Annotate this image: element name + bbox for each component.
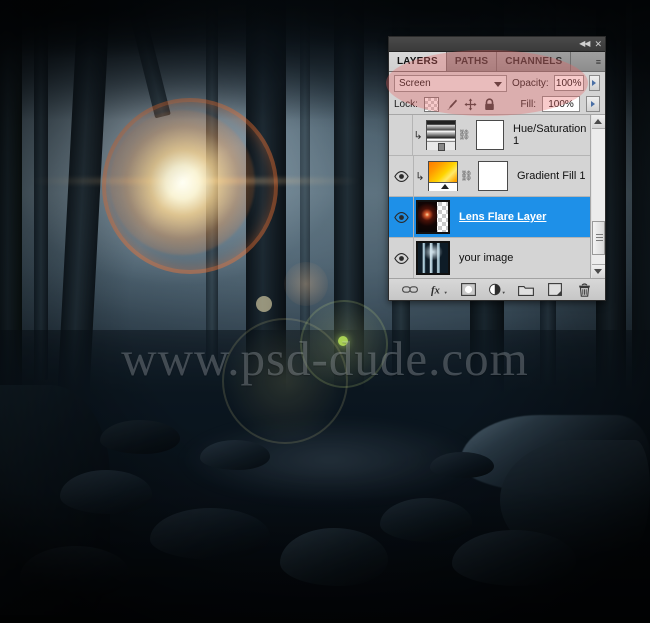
- layer-row-lens-flare[interactable]: Lens Flare Layer: [389, 197, 591, 238]
- scroll-up-arrow-icon[interactable]: [591, 115, 605, 129]
- lock-label: Lock:: [394, 98, 418, 110]
- panel-tab-bar: LAYERS PATHS CHANNELS ≡: [389, 52, 605, 72]
- layer-visibility-toggle[interactable]: [389, 115, 413, 155]
- fill-label: Fill:: [520, 98, 536, 110]
- layer-thumbnail-gradient-fill[interactable]: [428, 161, 458, 191]
- watermark-text: www.psd-dude.com: [121, 331, 529, 386]
- opacity-label: Opacity:: [512, 77, 549, 89]
- layers-panel: ◀◀ ✕ LAYERS PATHS CHANNELS ≡ Screen Opac…: [388, 36, 606, 301]
- layer-row-gradient-fill[interactable]: ↳ ⛓ Gradient Fill 1: [389, 156, 591, 197]
- clipping-mask-icon: ↳: [413, 129, 423, 142]
- tab-layers[interactable]: LAYERS: [389, 52, 447, 71]
- screenshot-root: www.psd-dude.com ◀◀ ✕ LAYERS PATHS CHANN…: [0, 0, 650, 623]
- mask-link-icon[interactable]: ⛓: [460, 171, 473, 182]
- layer-row-hue-saturation[interactable]: ↳ ⛓ Hue/Saturation 1: [389, 115, 591, 156]
- tab-channels[interactable]: CHANNELS: [497, 52, 572, 71]
- layers-list: ↳ ⛓ Hue/Saturation 1 ↳ ⛓ Gradient Fill 1…: [389, 115, 591, 278]
- blend-mode-value: Screen: [399, 77, 431, 89]
- layer-style-fx-button[interactable]: fx: [431, 282, 447, 297]
- layer-visibility-toggle[interactable]: [389, 197, 414, 237]
- lens-flare-ghost: [284, 262, 328, 306]
- panel-menu-icon[interactable]: ≡: [592, 52, 605, 71]
- scrollbar-thumb[interactable]: [591, 221, 605, 255]
- layer-name: Lens Flare Layer: [459, 211, 547, 223]
- new-group-button[interactable]: [518, 282, 534, 297]
- layer-name: Gradient Fill 1: [517, 170, 586, 182]
- layer-row-your-image[interactable]: your image: [389, 238, 591, 278]
- fill-slider-arrow[interactable]: [586, 96, 600, 112]
- layer-name: your image: [459, 252, 514, 264]
- delete-layer-button[interactable]: [576, 282, 592, 297]
- layer-thumbnail-hue-saturation[interactable]: [425, 120, 456, 151]
- lock-all-padlock-icon[interactable]: [483, 97, 496, 111]
- layer-mask-thumbnail[interactable]: [478, 161, 508, 191]
- eye-icon: [393, 170, 409, 182]
- blend-mode-row: Screen Opacity: 100%: [389, 72, 605, 94]
- link-layers-button[interactable]: [402, 282, 418, 297]
- layer-thumbnail-lens-flare[interactable]: [416, 200, 450, 234]
- fill-input[interactable]: 100%: [542, 96, 580, 112]
- lock-position-move-icon[interactable]: [464, 98, 477, 111]
- layer-visibility-toggle[interactable]: [389, 238, 414, 278]
- scrollbar-track[interactable]: [591, 129, 605, 264]
- collapse-double-left-icon[interactable]: ◀◀: [579, 40, 590, 48]
- lens-flare-ghost: [256, 296, 272, 312]
- clipping-mask-icon: ↳: [415, 170, 425, 183]
- mask-link-icon[interactable]: ⛓: [458, 130, 471, 141]
- layers-list-container: ↳ ⛓ Hue/Saturation 1 ↳ ⛓ Gradient Fill 1…: [389, 114, 605, 278]
- layer-visibility-toggle[interactable]: [389, 156, 414, 196]
- panel-titlebar: ◀◀ ✕: [389, 37, 605, 52]
- tab-paths[interactable]: PATHS: [447, 52, 498, 71]
- close-icon[interactable]: ✕: [594, 39, 602, 49]
- blend-mode-dropdown[interactable]: Screen: [394, 74, 507, 92]
- new-fill-adjustment-layer-button[interactable]: [489, 282, 505, 297]
- lock-transparent-pixels-icon[interactable]: [423, 96, 439, 112]
- eye-icon: [393, 211, 409, 223]
- svg-text:fx: fx: [431, 286, 441, 297]
- new-layer-button[interactable]: [547, 282, 563, 297]
- add-layer-mask-button[interactable]: [460, 282, 476, 297]
- opacity-input[interactable]: 100%: [553, 75, 584, 91]
- eye-icon: [393, 252, 409, 264]
- scroll-down-arrow-icon[interactable]: [591, 264, 605, 278]
- opacity-slider-arrow[interactable]: [588, 75, 600, 91]
- layer-mask-thumbnail[interactable]: [475, 120, 504, 150]
- lock-row: Lock: Fill: 100%: [389, 94, 605, 114]
- layer-name: Hue/Saturation 1: [513, 123, 587, 147]
- layers-panel-footer: fx: [389, 278, 605, 300]
- lock-image-pixels-brush-icon[interactable]: [445, 98, 458, 111]
- chevron-down-icon: [494, 81, 502, 87]
- layers-scrollbar[interactable]: [590, 115, 605, 278]
- layer-thumbnail-your-image[interactable]: [416, 241, 450, 275]
- lens-flare-core: [110, 110, 255, 255]
